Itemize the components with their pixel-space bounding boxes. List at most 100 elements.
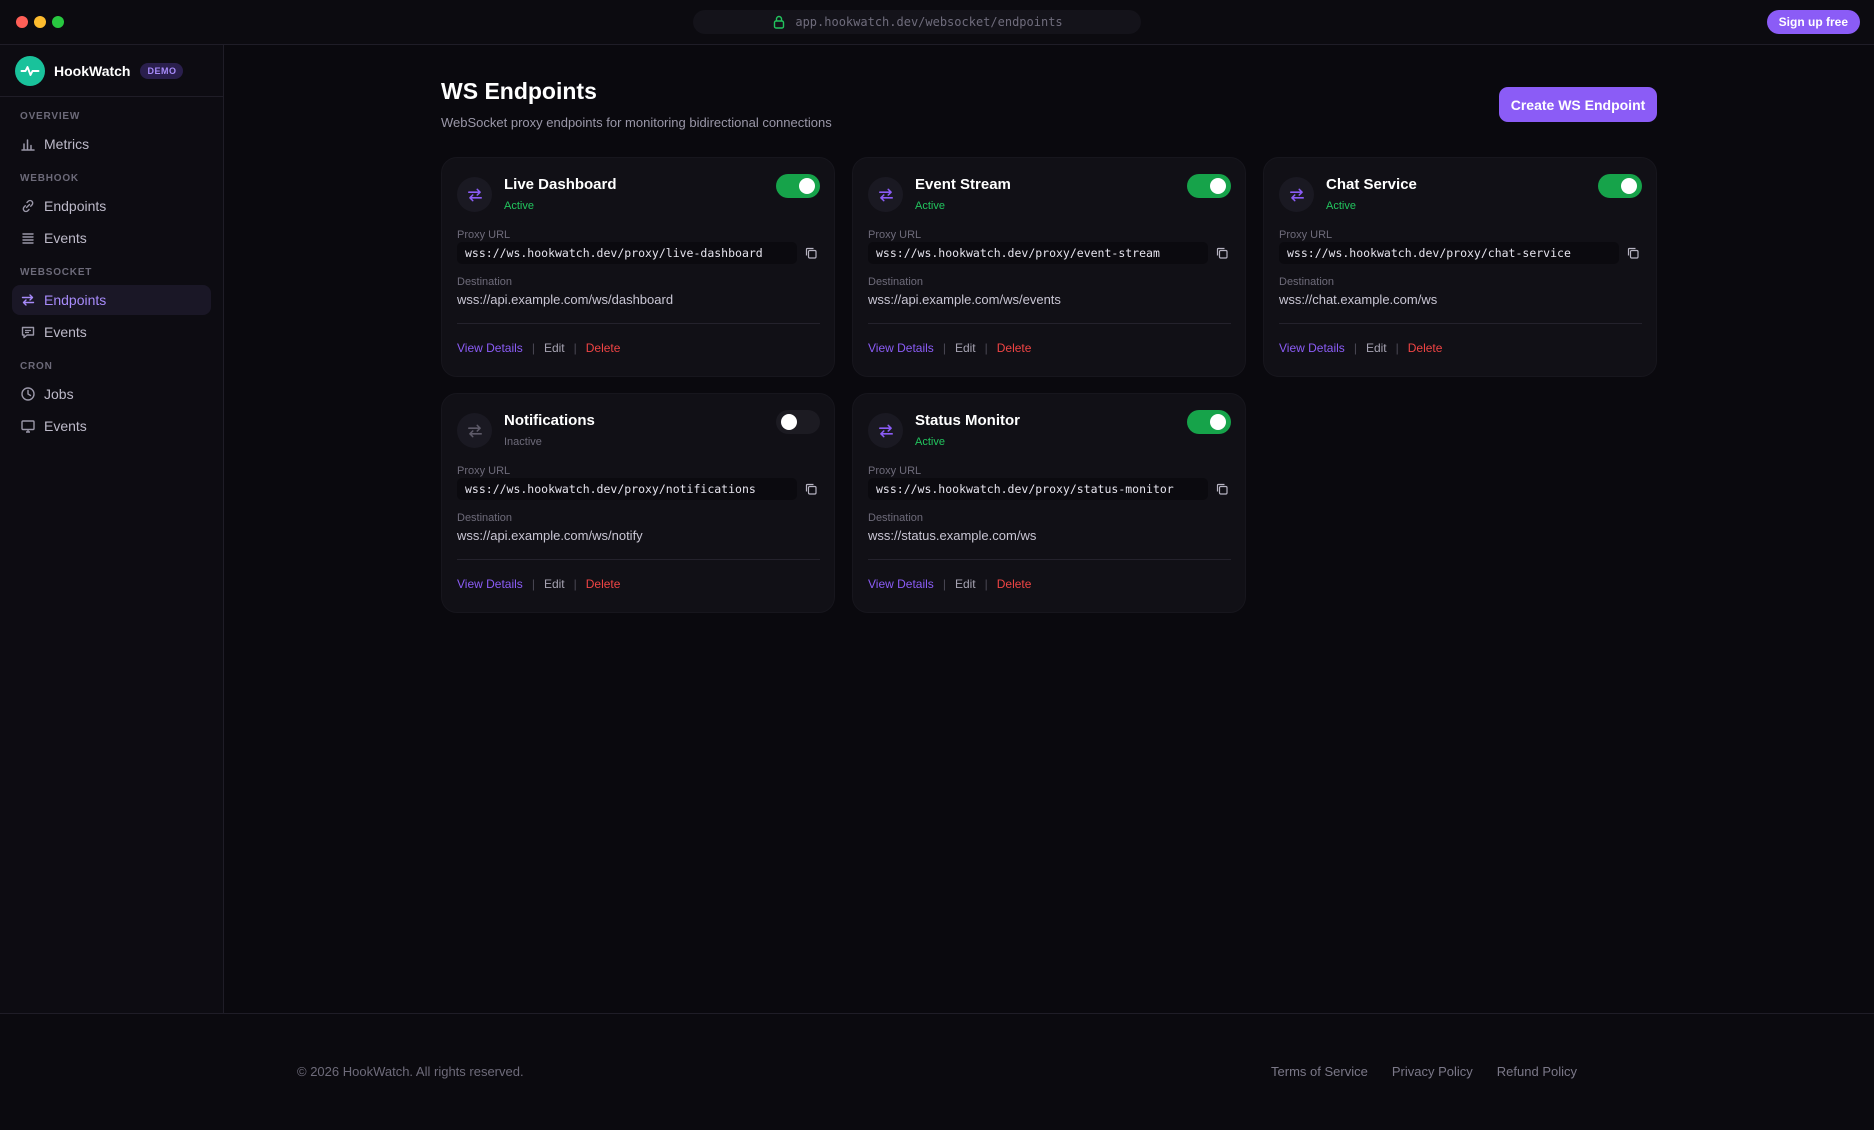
card-divider	[868, 559, 1231, 560]
endpoint-card: Live Dashboard Active Proxy URL wss://ws…	[441, 157, 835, 377]
lock-icon	[771, 14, 787, 30]
logo-icon[interactable]	[15, 55, 45, 86]
maximize-window-dot[interactable]	[52, 16, 64, 28]
proxy-url-label: Proxy URL	[457, 229, 511, 241]
action-separator: |	[573, 577, 577, 591]
view-details-link[interactable]: View Details	[457, 577, 523, 591]
address-bar[interactable]: app.hookwatch.dev/websocket/endpoints	[693, 10, 1141, 34]
copy-icon[interactable]	[804, 246, 818, 260]
sidebar-item-label: Endpoints	[44, 292, 107, 308]
card-divider	[1279, 323, 1642, 324]
sidebar-item-label: Events	[44, 230, 87, 246]
monitor-icon	[20, 418, 36, 434]
close-window-dot[interactable]	[16, 16, 28, 28]
sidebar-item-cron-jobs[interactable]: Jobs	[12, 379, 211, 409]
destination-value: wss://status.example.com/ws	[868, 528, 1037, 543]
demo-badge: DEMO	[140, 62, 184, 79]
create-ws-endpoint-button[interactable]: Create WS Endpoint	[1499, 87, 1657, 122]
browser-chrome: app.hookwatch.dev/websocket/endpoints Si…	[0, 0, 1874, 45]
delete-link[interactable]: Delete	[997, 341, 1032, 355]
card-actions: View Details | Edit | Delete	[868, 577, 1031, 591]
destination-label: Destination	[1279, 276, 1335, 288]
copyright-text: © 2026 HookWatch. All rights reserved.	[297, 1064, 524, 1079]
terms-of-service-link[interactable]: Terms of Service	[1271, 1064, 1368, 1079]
edit-link[interactable]: Edit	[955, 577, 976, 591]
footer-links: Terms of Service Privacy Policy Refund P…	[1271, 1064, 1577, 1079]
edit-link[interactable]: Edit	[1366, 341, 1387, 355]
destination-value: wss://chat.example.com/ws	[1279, 292, 1438, 307]
card-actions: View Details | Edit | Delete	[1279, 341, 1442, 355]
address-bar-url: app.hookwatch.dev/websocket/endpoints	[795, 15, 1063, 29]
sidebar-item-websocket-endpoints[interactable]: Endpoints	[12, 285, 211, 315]
sidebar-item-cron-events[interactable]: Events	[12, 411, 211, 441]
proxy-url-value: wss://ws.hookwatch.dev/proxy/chat-servic…	[1279, 242, 1619, 264]
refund-policy-link[interactable]: Refund Policy	[1497, 1064, 1577, 1079]
card-divider	[457, 559, 820, 560]
endpoint-enabled-toggle[interactable]	[1187, 174, 1231, 198]
endpoint-status: Active	[1326, 200, 1356, 212]
endpoint-enabled-toggle[interactable]	[776, 174, 820, 198]
card-actions: View Details | Edit | Delete	[457, 341, 620, 355]
view-details-link[interactable]: View Details	[1279, 341, 1345, 355]
section-label-overview: OVERVIEW	[20, 111, 81, 122]
endpoint-name: Live Dashboard	[504, 176, 617, 193]
sidebar-item-metrics[interactable]: Metrics	[12, 129, 211, 159]
destination-value: wss://api.example.com/ws/notify	[457, 528, 643, 543]
arrows-swap-icon	[1279, 177, 1314, 212]
privacy-policy-link[interactable]: Privacy Policy	[1392, 1064, 1473, 1079]
page-subtitle: WebSocket proxy endpoints for monitoring…	[441, 115, 832, 130]
link-icon	[20, 198, 36, 214]
toggle-knob	[781, 414, 797, 430]
endpoint-status: Inactive	[504, 436, 542, 448]
endpoint-name: Event Stream	[915, 176, 1011, 193]
minimize-window-dot[interactable]	[34, 16, 46, 28]
copy-icon[interactable]	[804, 482, 818, 496]
view-details-link[interactable]: View Details	[868, 341, 934, 355]
card-divider	[868, 323, 1231, 324]
action-separator: |	[531, 341, 535, 355]
sidebar-item-webhook-endpoints[interactable]: Endpoints	[12, 191, 211, 221]
edit-link[interactable]: Edit	[955, 341, 976, 355]
page-title: WS Endpoints	[441, 78, 597, 104]
footer: © 2026 HookWatch. All rights reserved. T…	[0, 1013, 1874, 1130]
sidebar-item-label: Jobs	[44, 386, 74, 402]
destination-value: wss://api.example.com/ws/events	[868, 292, 1061, 307]
destination-label: Destination	[457, 276, 513, 288]
arrows-swap-icon	[457, 413, 492, 448]
endpoint-card: Chat Service Active Proxy URL wss://ws.h…	[1263, 157, 1657, 377]
toggle-knob	[1210, 414, 1226, 430]
copy-icon[interactable]	[1215, 482, 1229, 496]
delete-link[interactable]: Delete	[1408, 341, 1443, 355]
endpoint-card: Notifications Inactive Proxy URL wss://w…	[441, 393, 835, 613]
brand-name: HookWatch	[54, 62, 131, 79]
card-divider	[457, 323, 820, 324]
section-label-webhook: WEBHOOK	[20, 173, 79, 184]
card-actions: View Details | Edit | Delete	[457, 577, 620, 591]
endpoint-status: Active	[504, 200, 534, 212]
action-separator: |	[531, 577, 535, 591]
destination-label: Destination	[457, 512, 513, 524]
endpoint-status: Active	[915, 436, 945, 448]
copy-icon[interactable]	[1215, 246, 1229, 260]
endpoint-enabled-toggle[interactable]	[1187, 410, 1231, 434]
endpoint-enabled-toggle[interactable]	[1598, 174, 1642, 198]
sidebar-item-websocket-events[interactable]: Events	[12, 317, 211, 347]
copy-icon[interactable]	[1626, 246, 1640, 260]
view-details-link[interactable]: View Details	[868, 577, 934, 591]
edit-link[interactable]: Edit	[544, 577, 565, 591]
section-label-cron: CRON	[20, 361, 53, 372]
arrows-swap-icon	[868, 413, 903, 448]
sidebar: HookWatch DEMO OVERVIEW Metrics WEBHOOK …	[0, 45, 224, 1013]
endpoint-card: Status Monitor Active Proxy URL wss://ws…	[852, 393, 1246, 613]
delete-link[interactable]: Delete	[586, 341, 621, 355]
toggle-knob	[1210, 178, 1226, 194]
sign-up-button[interactable]: Sign up free	[1766, 10, 1860, 34]
proxy-url-value: wss://ws.hookwatch.dev/proxy/notificatio…	[457, 478, 797, 500]
endpoint-enabled-toggle[interactable]	[776, 410, 820, 434]
sidebar-item-webhook-events[interactable]: Events	[12, 223, 211, 253]
edit-link[interactable]: Edit	[544, 341, 565, 355]
sidebar-item-label: Events	[44, 418, 87, 434]
view-details-link[interactable]: View Details	[457, 341, 523, 355]
delete-link[interactable]: Delete	[586, 577, 621, 591]
delete-link[interactable]: Delete	[997, 577, 1032, 591]
